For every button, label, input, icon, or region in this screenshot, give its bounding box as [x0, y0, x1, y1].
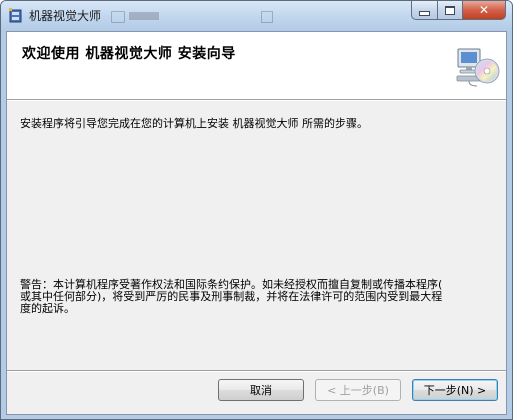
warning-line: 或其中任何部分)，将受到严厉的民事及刑事制裁，并将在法律许可的范围内受到最大程: [20, 290, 443, 303]
cancel-button[interactable]: 取消: [218, 379, 304, 401]
back-button[interactable]: < 上一步(B): [315, 379, 401, 401]
warning-line: 度的起诉。: [20, 302, 75, 315]
caption-buttons: ✕: [411, 1, 506, 21]
banner-divider: [7, 99, 506, 101]
intro-text: 安装程序将引导您完成在您的计算机上安装 机器视觉大师 所需的步骤。: [20, 117, 368, 130]
next-button[interactable]: 下一步(N) >: [412, 379, 498, 401]
wizard-banner: 欢迎使用 机器视觉大师 安装向导: [7, 32, 506, 99]
close-button[interactable]: ✕: [463, 1, 506, 20]
wizard-title: 欢迎使用 机器视觉大师 安装向导: [22, 46, 236, 62]
copyright-warning: 警告：本计算机程序受著作权法和国际条约保护。如未经授权而擅自复制或传播本程序( …: [20, 279, 490, 315]
minimize-icon: [419, 10, 430, 16]
computer-cd-icon: [456, 48, 500, 87]
title-bar[interactable]: 机器视觉大师 ✕: [1, 1, 512, 31]
window-title: 机器视觉大师: [29, 9, 102, 23]
wizard-client-area: 欢迎使用 机器视觉大师 安装向导 安装程序将引导您完成在您的计算机上安装 机器视…: [6, 31, 507, 415]
maximize-icon: [445, 5, 455, 15]
maximize-button[interactable]: [437, 1, 463, 20]
close-icon: ✕: [478, 3, 490, 17]
installer-app-icon: [9, 8, 22, 23]
background-ghost-tabs: [111, 9, 273, 23]
minimize-button[interactable]: [411, 1, 437, 20]
installer-window: 机器视觉大师 ✕ 欢迎使用 机器视觉大师 安装向导 安装程序将引导您完成在您的计…: [0, 0, 513, 420]
footer-divider: [7, 370, 506, 372]
